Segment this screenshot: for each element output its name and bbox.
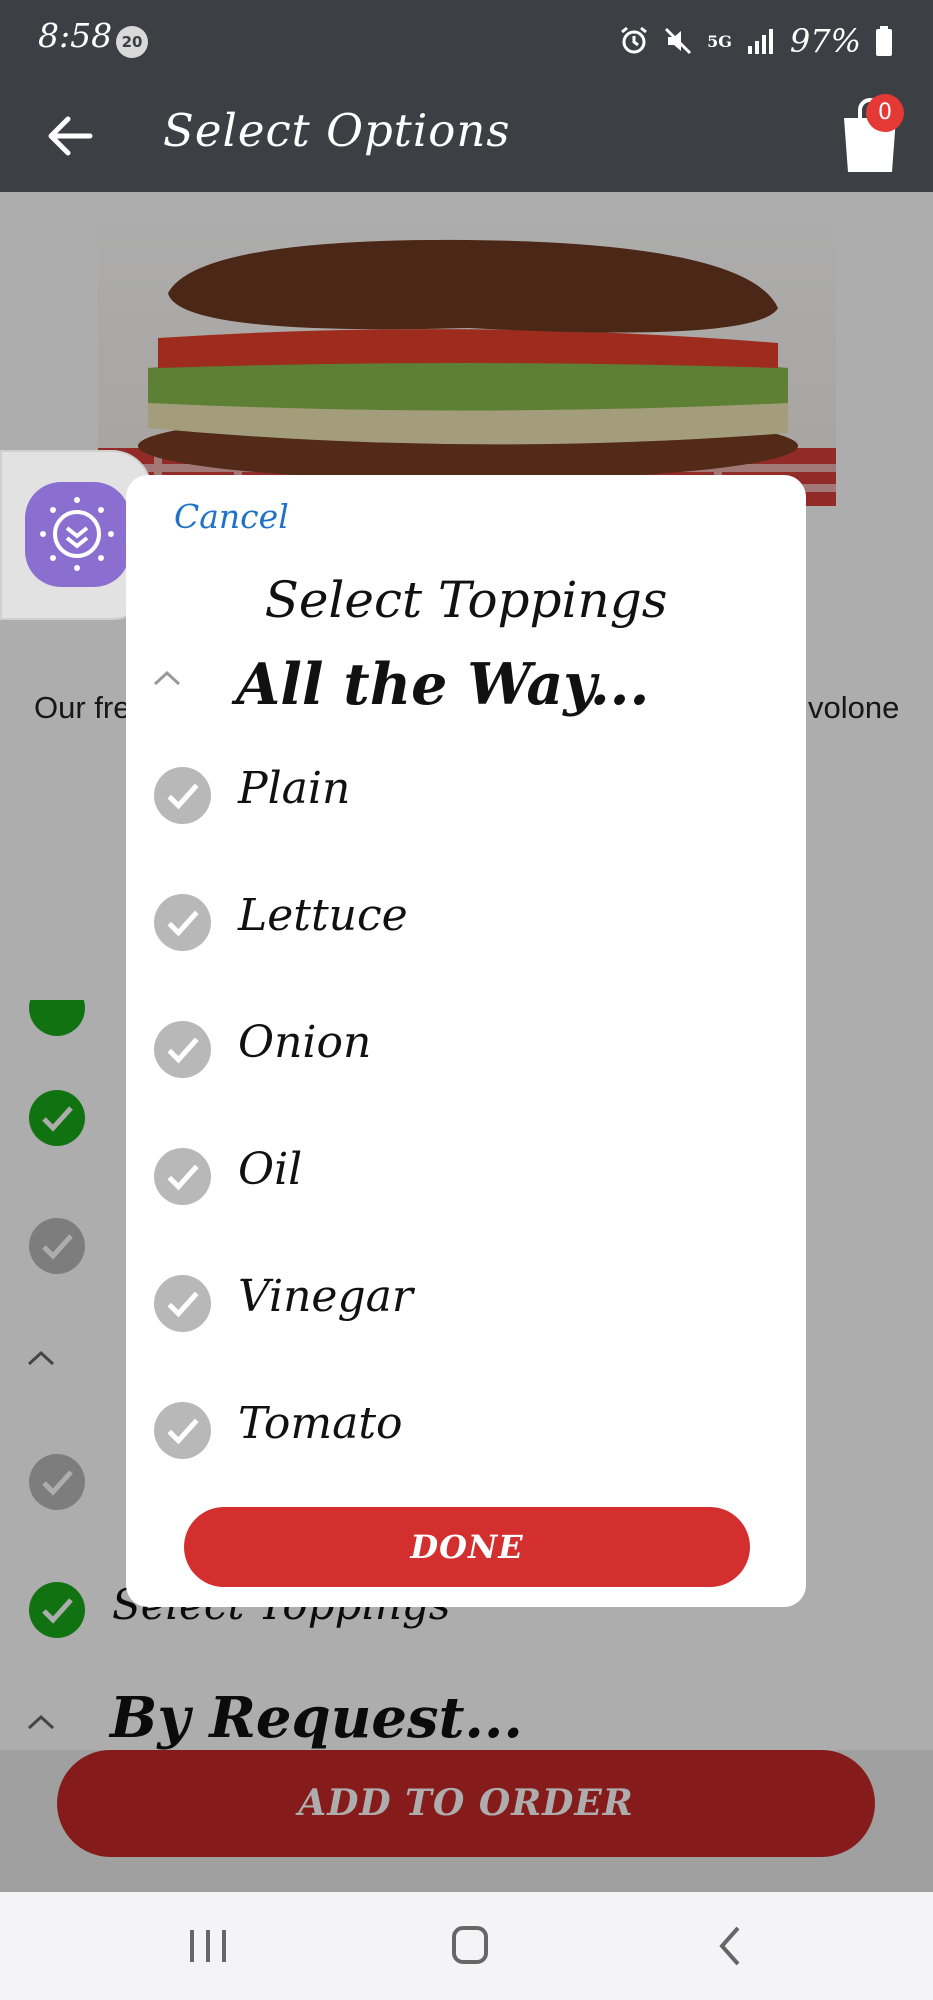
option-label: Vinegar	[238, 1271, 413, 1322]
assistant-icon[interactable]	[25, 482, 130, 587]
check-icon[interactable]	[154, 894, 211, 951]
back-arrow-icon[interactable]	[40, 106, 100, 166]
page-title: Select Options	[163, 104, 511, 157]
chevron-up-icon[interactable]	[152, 668, 182, 688]
notification-count-badge: 20	[116, 26, 148, 58]
topping-option[interactable]: Onion	[126, 995, 806, 1122]
check-icon[interactable]	[154, 1402, 211, 1459]
status-icons: 5G 97%	[619, 22, 893, 60]
check-icon[interactable]	[154, 1275, 211, 1332]
battery-percent: 97%	[789, 22, 861, 60]
home-icon[interactable]	[440, 1920, 500, 1972]
select-toppings-dialog: Cancel Select Toppings All the Way... Pl…	[126, 475, 806, 1607]
option-label: Lettuce	[238, 890, 408, 941]
option-label: Plain	[238, 763, 351, 814]
mute-icon	[665, 27, 692, 55]
status-time: 8:58	[38, 16, 113, 55]
topping-option[interactable]: Tomato	[126, 1376, 806, 1503]
done-button[interactable]: DONE	[184, 1507, 750, 1587]
recent-apps-icon[interactable]	[178, 1920, 238, 1972]
topping-option[interactable]: Plain	[126, 741, 806, 868]
check-icon[interactable]	[154, 767, 211, 824]
check-icon[interactable]	[154, 1021, 211, 1078]
status-bar: 8:58 20 5G 97%	[0, 0, 933, 80]
alarm-icon	[621, 26, 648, 54]
group-heading: All the Way...	[236, 651, 650, 718]
topping-option[interactable]: Lettuce	[126, 868, 806, 995]
network-type: 5G	[707, 31, 732, 51]
app-header: Select Options 0	[0, 80, 933, 192]
signal-icon	[747, 29, 773, 54]
system-nav-bar	[0, 1892, 933, 2000]
cart-count-badge: 0	[866, 94, 904, 132]
check-icon[interactable]	[154, 1148, 211, 1205]
topping-option[interactable]: Vinegar	[126, 1249, 806, 1376]
battery-icon	[876, 26, 892, 56]
cancel-button[interactable]: Cancel	[174, 497, 289, 536]
dialog-title: Select Toppings	[264, 571, 668, 629]
option-label: Oil	[238, 1144, 303, 1195]
topping-option[interactable]: Oil	[126, 1122, 806, 1249]
option-label: Onion	[238, 1017, 372, 1068]
option-label: Tomato	[238, 1398, 403, 1449]
back-icon[interactable]	[702, 1920, 762, 1972]
